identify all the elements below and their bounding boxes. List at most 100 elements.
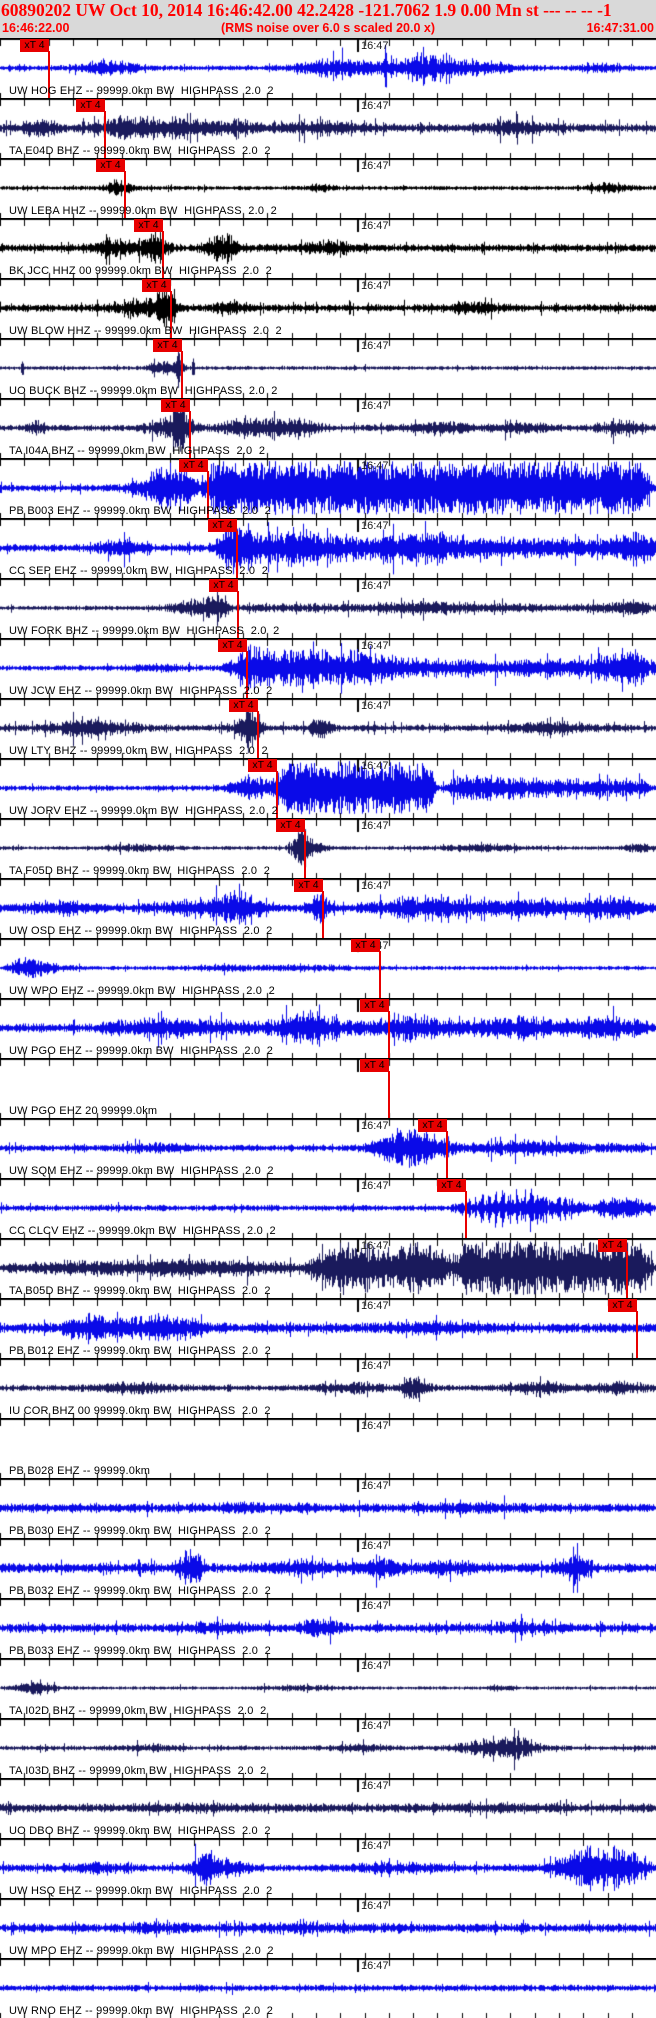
pick-line[interactable] [189,411,191,458]
waveform-canvas[interactable] [0,1118,656,1178]
waveform-canvas[interactable] [0,1238,656,1298]
pick-flag[interactable]: xT 4 [76,99,105,112]
waveform-canvas[interactable] [0,1778,656,1838]
pick-line[interactable] [322,891,324,938]
pick-line[interactable] [104,111,106,158]
pick-line[interactable] [257,711,259,758]
waveform-canvas[interactable] [0,278,656,338]
trace-row: 16:47 xT 4 PB B012 EHZ -- 99999.0km BW HIG… [0,1298,656,1358]
pick-flag[interactable]: xT 4 [437,1179,466,1192]
pick-flag[interactable]: xT 4 [153,339,182,352]
trace-row: 16:47 xT 4 UW LEBA HHZ -- 99999.0km BW HIG… [0,158,656,218]
pick-line[interactable] [446,1131,448,1178]
waveform-canvas[interactable] [0,878,656,938]
pick-line[interactable] [626,1251,628,1298]
pick-line[interactable] [379,951,381,998]
trace-row: 16:47 xT 4 UW JCW EHZ -- 99999.0km BW HIGH… [0,638,656,698]
pick-flag[interactable]: xT 4 [418,1119,447,1132]
waveform-canvas[interactable] [0,698,656,758]
pick-flag[interactable]: xT 4 [351,939,380,952]
pick-flag[interactable]: xT 4 [360,999,389,1012]
pick-line[interactable] [388,1071,390,1118]
trace-list: 16:47 xT 4 UW HOG EHZ -- 99999.0km BW HIGH… [0,38,656,2018]
trace-row: 16:47 xT 4 UW SQM EHZ -- 99999.0km BW HIGH… [0,1118,656,1178]
waveform-canvas[interactable] [0,1838,656,1898]
pick-line[interactable] [207,471,209,518]
time-window-line: 16:46:22.00 (RMS noise over 6.0 s scaled… [0,19,656,36]
trace-row: 16:47 xT 4 UW HOG EHZ -- 99999.0km BW HIGH… [0,38,656,98]
pick-flag[interactable]: xT 4 [218,639,247,652]
waveform-canvas[interactable] [0,338,656,398]
pick-flag[interactable]: xT 4 [179,459,208,472]
pick-flag[interactable]: xT 4 [142,279,171,292]
scaling-note: (RMS noise over 6.0 s scaled 20.0 x) [221,21,435,35]
pick-flag[interactable]: xT 4 [598,1239,627,1252]
pick-line[interactable] [636,1311,638,1358]
trace-row: 16:47xT 4UW PGO EHZ 20 99999.0km [0,1058,656,1118]
trace-row: 16:47 xT 4 BK JCC HHZ 00 99999.0km BW HIGH… [0,218,656,278]
trace-row: 16:47xT 4UW WPO EHZ -- 99999.0km BW HIGH… [0,938,656,998]
waveform-canvas[interactable] [0,818,656,878]
waveform-canvas[interactable] [0,398,656,458]
waveform-canvas[interactable] [0,1178,656,1238]
waveform-canvas[interactable] [0,758,656,818]
trace-row: 16:47 UW MPO EHZ -- 99999.0km BW HIGHPASS… [0,1898,656,1958]
trace-row: 16:47 TA I02D BHZ -- 99999.0km BW HIGHPAS… [0,1658,656,1718]
waveform-canvas[interactable] [0,1538,656,1598]
waveform-canvas[interactable] [0,1718,656,1778]
waveform-canvas[interactable] [0,1418,656,1478]
pick-line[interactable] [276,771,278,818]
waveform-canvas[interactable] [0,1058,656,1118]
waveform-canvas[interactable] [0,1898,656,1958]
waveform-canvas[interactable] [0,218,656,278]
trace-row: 16:47 xT 4 TA B05D BHZ -- 99999.0km BW HIG… [0,1238,656,1298]
pick-flag[interactable]: xT 4 [294,879,323,892]
waveform-canvas[interactable] [0,518,656,578]
pick-flag[interactable]: xT 4 [229,699,258,712]
trace-row: 16:47 PB B028 EHZ -- 99999.0km [0,1418,656,1478]
waveform-canvas[interactable] [0,938,656,998]
waveform-canvas[interactable] [0,1358,656,1418]
pick-line[interactable] [124,171,126,218]
waveform-canvas[interactable] [0,1298,656,1358]
trace-row: 16:47 xT 4 TA F05D BHZ -- 99999.0km BW HIG… [0,818,656,878]
pick-line[interactable] [181,351,183,398]
trace-row: 16:47 UW HSQ EHZ -- 99999.0km BW HIGHPASS… [0,1838,656,1898]
trace-row: 16:47 xT 4 TA I04A BHZ -- 99999.0km BW HIG… [0,398,656,458]
trace-row: 16:47 xT 4 UW JORV EHZ -- 99999.0km BW HIG… [0,758,656,818]
pick-line[interactable] [465,1191,467,1238]
waveform-canvas[interactable] [0,458,656,518]
pick-flag[interactable]: xT 4 [209,579,238,592]
pick-line[interactable] [237,591,239,638]
pick-line[interactable] [246,651,248,698]
window-end-time: 16:47:31.00 [586,21,654,35]
pick-line[interactable] [48,51,50,98]
waveform-canvas[interactable] [0,638,656,698]
pick-flag[interactable]: xT 4 [96,159,125,172]
waveform-canvas[interactable] [0,1958,656,2018]
pick-line[interactable] [304,831,306,878]
seismic-review-window: 60890202 UW Oct 10, 2014 16:46:42.00 42.… [0,0,656,2018]
trace-row: 16:47 xT 4 PB B003 EHZ -- 99999.0km BW HIG… [0,458,656,518]
waveform-canvas[interactable] [0,38,656,98]
pick-flag[interactable]: xT 4 [276,819,305,832]
trace-row: 16:47 xT 4 UW FORK BHZ -- 99999.0km BW HIG… [0,578,656,638]
waveform-canvas[interactable] [0,578,656,638]
trace-row: 16:47 PB B033 EHZ -- 99999.0km BW HIGHPAS… [0,1598,656,1658]
pick-line[interactable] [170,291,172,338]
pick-line[interactable] [388,1011,390,1058]
pick-flag[interactable]: xT 4 [360,1059,389,1072]
waveform-canvas[interactable] [0,1598,656,1658]
pick-flag[interactable]: xT 4 [161,399,190,412]
pick-flag[interactable]: xT 4 [20,39,49,52]
waveform-canvas[interactable] [0,1478,656,1538]
waveform-canvas[interactable] [0,998,656,1058]
pick-flag[interactable]: xT 4 [208,519,237,532]
trace-row: 16:47 xT 4 UW OSD EHZ -- 99999.0km BW HIGH… [0,878,656,938]
pick-flag[interactable]: xT 4 [248,759,277,772]
pick-line[interactable] [236,531,238,578]
waveform-canvas[interactable] [0,1658,656,1718]
pick-line[interactable] [162,231,164,278]
pick-flag[interactable]: xT 4 [608,1299,637,1312]
pick-flag[interactable]: xT 4 [134,219,163,232]
